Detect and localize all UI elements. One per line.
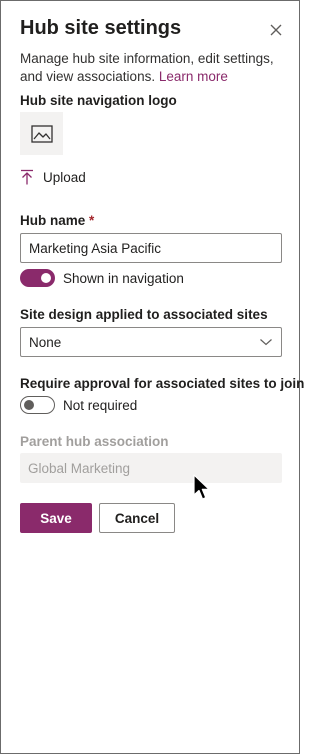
site-design-label: Site design applied to associated sites	[20, 307, 268, 322]
upload-button[interactable]: Upload	[20, 167, 86, 187]
description-text: Manage hub site information, edit settin…	[20, 51, 274, 84]
approval-toggle-row: Not required	[20, 396, 137, 414]
hub-site-settings-panel: Hub site settings Manage hub site inform…	[0, 0, 304, 754]
required-marker: *	[89, 213, 95, 228]
approval-toggle-label: Not required	[63, 397, 138, 413]
save-button[interactable]: Save	[20, 503, 92, 533]
upload-arrow-icon	[21, 169, 33, 185]
site-design-selected: None	[29, 334, 62, 350]
logo-section-label: Hub site navigation logo	[20, 93, 177, 108]
parent-hub-label: Parent hub association	[20, 434, 169, 449]
parent-hub-field: Global Marketing	[20, 453, 282, 483]
hub-name-label-text: Hub name	[20, 213, 86, 228]
panel-title: Hub site settings	[20, 17, 182, 39]
logo-preview	[20, 112, 63, 155]
approval-label: Require approval for associated sites to…	[20, 376, 305, 391]
cancel-button[interactable]: Cancel	[99, 503, 175, 533]
panel-description: Manage hub site information, edit settin…	[20, 50, 288, 86]
hub-name-input[interactable]	[20, 233, 282, 263]
toggle-knob	[41, 273, 51, 283]
toggle-knob	[24, 400, 34, 410]
navigation-toggle-label: Shown in navigation	[63, 270, 184, 286]
hub-name-label: Hub name *	[20, 213, 94, 228]
navigation-toggle[interactable]	[20, 269, 55, 287]
navigation-toggle-row: Shown in navigation	[20, 269, 184, 287]
approval-toggle[interactable]	[20, 396, 55, 414]
close-icon	[270, 24, 282, 36]
learn-more-link[interactable]: Learn more	[159, 69, 228, 84]
chevron-down-icon	[260, 339, 272, 346]
site-design-dropdown[interactable]: None	[20, 327, 282, 357]
upload-label: Upload	[43, 169, 86, 185]
parent-hub-value: Global Marketing	[28, 460, 131, 476]
close-button[interactable]	[265, 19, 287, 41]
mouse-pointer-icon	[193, 474, 210, 500]
image-placeholder-icon	[30, 124, 53, 143]
